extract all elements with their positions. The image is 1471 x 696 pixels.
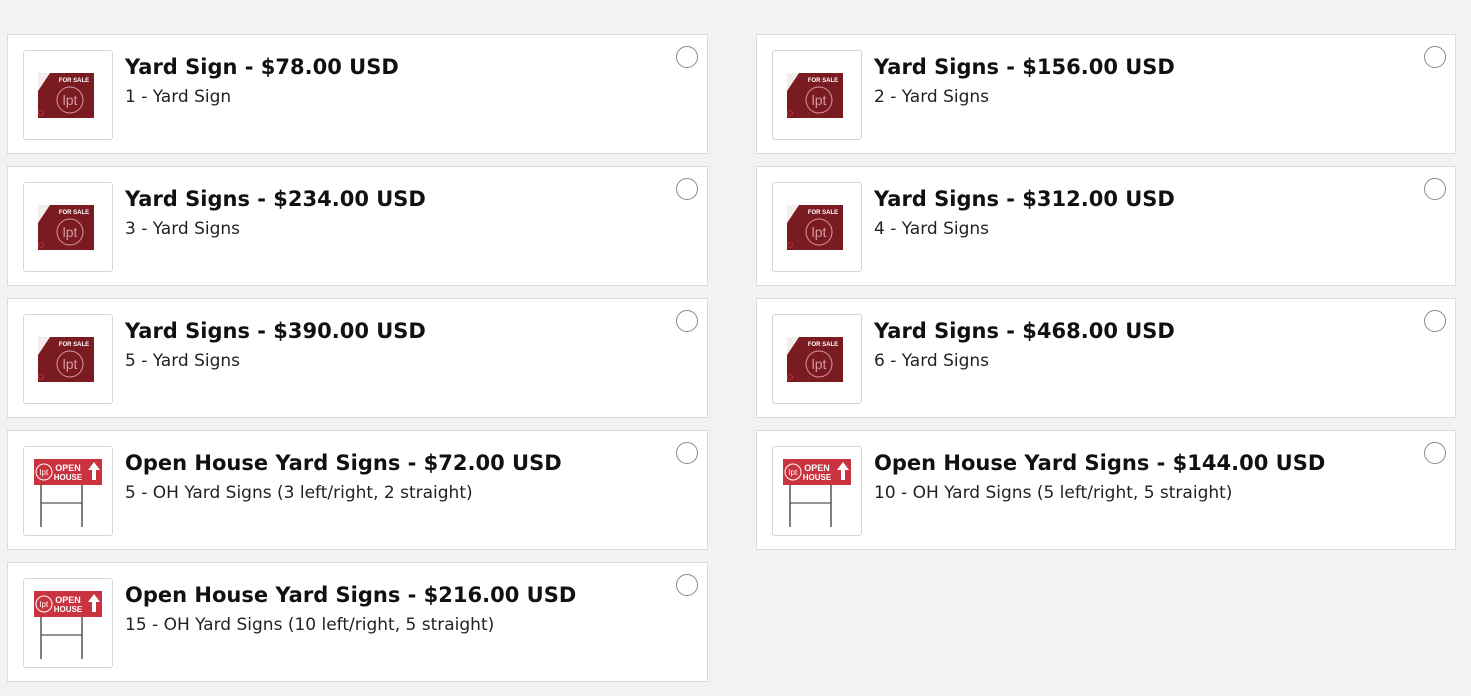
option-radio-button[interactable] [1424, 310, 1446, 332]
open-house-sign-image: lpt OPEN HOUSE [23, 446, 113, 536]
sign-for-sale-text: FOR SALE [808, 342, 838, 348]
option-subtitle: 10 - OH Yard Signs (5 left/right, 5 stra… [874, 483, 1233, 503]
for-sale-sign-image: FOR SALE lpt [772, 182, 862, 272]
option-title: Yard Signs - $312.00 USD [874, 187, 1175, 211]
product-option-card[interactable]: lpt OPEN HOUSE Open House Yard Signs - $… [7, 562, 708, 682]
brand-logo-text: lpt [40, 600, 49, 609]
brand-logo-text: lpt [40, 468, 49, 477]
for-sale-sign-image: FOR SALE lpt [23, 50, 113, 140]
option-subtitle: 4 - Yard Signs [874, 219, 990, 239]
for-sale-sign-image: FOR SALE lpt [23, 314, 113, 404]
sign-house-text: HOUSE [54, 605, 83, 614]
option-title: Yard Signs - $390.00 USD [125, 319, 426, 343]
product-option-card[interactable]: lpt OPEN HOUSE Open House Yard Signs - $… [756, 430, 1456, 550]
for-sale-sign-image: FOR SALE lpt [772, 314, 862, 404]
option-title: Open House Yard Signs - $72.00 USD [125, 451, 562, 475]
sign-for-sale-text: FOR SALE [808, 210, 838, 216]
open-house-sign-image: lpt OPEN HOUSE [772, 446, 862, 536]
option-title: Yard Signs - $468.00 USD [874, 319, 1175, 343]
open-house-sign-image: lpt OPEN HOUSE [23, 578, 113, 668]
sign-open-text: OPEN [55, 595, 81, 605]
product-option-card[interactable]: FOR SALE lpt Yard Signs - $390.00 USD 5 … [7, 298, 708, 418]
sign-for-sale-text: FOR SALE [59, 210, 89, 216]
sign-for-sale-text: FOR SALE [808, 78, 838, 84]
option-radio-button[interactable] [676, 310, 698, 332]
sign-open-text: OPEN [55, 463, 81, 473]
brand-logo-text: lpt [63, 224, 78, 240]
for-sale-sign-image: FOR SALE lpt [772, 50, 862, 140]
option-radio-button[interactable] [676, 178, 698, 200]
option-radio-button[interactable] [1424, 46, 1446, 68]
option-radio-button[interactable] [676, 46, 698, 68]
brand-logo-text: lpt [812, 356, 827, 372]
sign-house-text: HOUSE [803, 473, 832, 482]
option-radio-button[interactable] [676, 574, 698, 596]
product-options-grid: FOR SALE lpt Yard Sign - $78.00 USD 1 - … [7, 34, 1456, 682]
option-title: Yard Signs - $234.00 USD [125, 187, 426, 211]
option-title: Open House Yard Signs - $216.00 USD [125, 583, 577, 607]
option-title: Yard Sign - $78.00 USD [125, 55, 399, 79]
sign-for-sale-text: FOR SALE [59, 342, 89, 348]
product-option-card[interactable]: FOR SALE lpt Yard Signs - $312.00 USD 4 … [756, 166, 1456, 286]
option-radio-button[interactable] [1424, 442, 1446, 464]
for-sale-sign-image: FOR SALE lpt [23, 182, 113, 272]
product-option-card[interactable]: FOR SALE lpt Yard Signs - $234.00 USD 3 … [7, 166, 708, 286]
sign-open-text: OPEN [804, 463, 830, 473]
product-option-card[interactable]: FOR SALE lpt Yard Signs - $156.00 USD 2 … [756, 34, 1456, 154]
option-subtitle: 3 - Yard Signs [125, 219, 241, 239]
product-option-card[interactable]: FOR SALE lpt Yard Sign - $78.00 USD 1 - … [7, 34, 708, 154]
option-subtitle: 1 - Yard Sign [125, 87, 232, 107]
option-subtitle: 5 - OH Yard Signs (3 left/right, 2 strai… [125, 483, 473, 503]
option-subtitle: 15 - OH Yard Signs (10 left/right, 5 str… [125, 615, 495, 635]
product-option-card[interactable]: lpt OPEN HOUSE Open House Yard Signs - $… [7, 430, 708, 550]
option-subtitle: 6 - Yard Signs [874, 351, 990, 371]
option-radio-button[interactable] [676, 442, 698, 464]
brand-logo-text: lpt [63, 356, 78, 372]
option-title: Open House Yard Signs - $144.00 USD [874, 451, 1326, 475]
option-subtitle: 2 - Yard Signs [874, 87, 990, 107]
product-option-card[interactable]: FOR SALE lpt Yard Signs - $468.00 USD 6 … [756, 298, 1456, 418]
brand-logo-text: lpt [63, 92, 78, 108]
brand-logo-text: lpt [812, 92, 827, 108]
brand-logo-text: lpt [789, 468, 798, 477]
option-subtitle: 5 - Yard Signs [125, 351, 241, 371]
brand-logo-text: lpt [812, 224, 827, 240]
option-radio-button[interactable] [1424, 178, 1446, 200]
sign-house-text: HOUSE [54, 473, 83, 482]
sign-for-sale-text: FOR SALE [59, 78, 89, 84]
option-title: Yard Signs - $156.00 USD [874, 55, 1175, 79]
